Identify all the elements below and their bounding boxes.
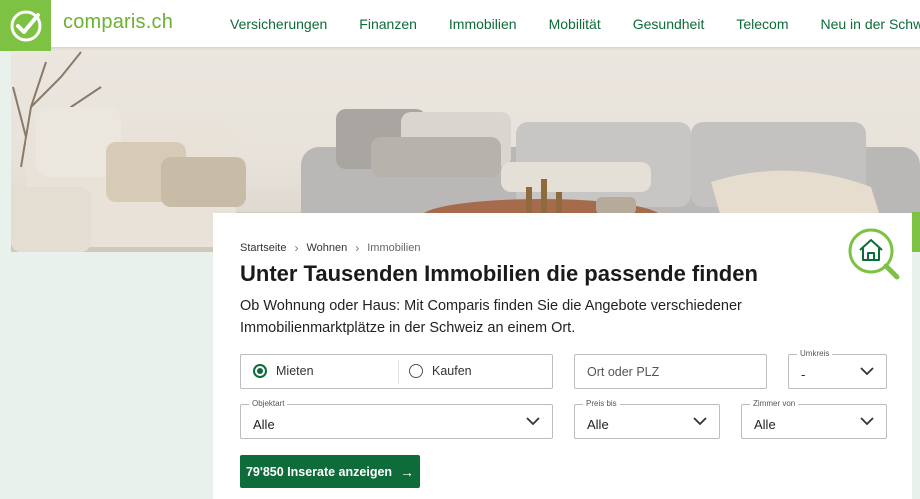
object-type-value: Alle: [253, 417, 275, 432]
house-search-icon: [846, 226, 900, 280]
arrow-right-icon: →: [400, 463, 415, 480]
chevron-down-icon: [860, 367, 874, 376]
chevron-down-icon: [860, 417, 874, 426]
rooms-from-label: Zimmer von: [750, 399, 799, 408]
chevron-right-icon: ›: [294, 241, 299, 255]
site-header: comparis.ch Versicherungen Finanzen Immo…: [0, 0, 920, 51]
object-type-label: Objektart: [249, 399, 288, 408]
chevron-right-icon: ›: [355, 241, 360, 255]
show-listings-label: 79'850 Inserate anzeigen: [245, 464, 393, 479]
radio-mieten[interactable]: Mieten: [253, 364, 314, 378]
radius-select[interactable]: Umkreis -: [788, 349, 887, 389]
radio-kaufen-label: Kaufen: [432, 364, 472, 378]
price-to-label: Preis bis: [583, 399, 620, 408]
price-to-select[interactable]: Preis bis Alle: [574, 399, 720, 439]
nav-item-finanzen[interactable]: Finanzen: [359, 16, 417, 32]
show-listings-button[interactable]: 79'850 Inserate anzeigen →: [240, 455, 420, 488]
radio-unchecked-icon[interactable]: [409, 364, 423, 378]
radio-mieten-label: Mieten: [276, 364, 314, 378]
main-nav: Versicherungen Finanzen Immobilien Mobil…: [214, 0, 920, 47]
radio-checked-icon[interactable]: [253, 364, 267, 378]
chevron-down-icon: [693, 417, 707, 426]
breadcrumb-item-wohnen[interactable]: Wohnen: [306, 242, 347, 254]
breadcrumb-item-startseite[interactable]: Startseite: [240, 242, 286, 254]
page-title: Unter Tausenden Immobilien die passende …: [240, 261, 758, 286]
mode-radio-group: Mieten Kaufen: [240, 354, 553, 389]
nav-item-immobilien[interactable]: Immobilien: [449, 16, 517, 32]
radio-kaufen[interactable]: Kaufen: [409, 364, 472, 378]
nav-item-gesundheit[interactable]: Gesundheit: [633, 16, 705, 32]
rooms-from-value: Alle: [754, 417, 776, 432]
nav-item-mobilitaet[interactable]: Mobilität: [549, 16, 601, 32]
scroll-indicator: [912, 212, 920, 252]
breadcrumb-item-immobilien: Immobilien: [367, 242, 421, 254]
rooms-from-select[interactable]: Zimmer von Alle: [741, 399, 887, 439]
nav-item-telecom[interactable]: Telecom: [736, 16, 788, 32]
price-to-value: Alle: [587, 417, 609, 432]
divider: [398, 360, 399, 384]
comparis-logo-icon[interactable]: [0, 0, 51, 51]
radius-label: Umkreis: [797, 349, 833, 358]
object-type-select[interactable]: Objektart Alle: [240, 399, 553, 439]
location-input[interactable]: [574, 354, 767, 389]
radius-value: -: [801, 367, 806, 382]
logo-wordmark[interactable]: comparis.ch: [63, 11, 173, 34]
page-lead: Ob Wohnung oder Haus: Mit Comparis finde…: [240, 298, 742, 336]
chevron-down-icon: [526, 417, 540, 426]
breadcrumb: Startseite › Wohnen › Immobilien: [240, 241, 420, 255]
nav-item-versicherungen[interactable]: Versicherungen: [230, 16, 327, 32]
nav-item-neu-in-der-schweiz[interactable]: Neu in der Schweiz: [820, 16, 920, 32]
